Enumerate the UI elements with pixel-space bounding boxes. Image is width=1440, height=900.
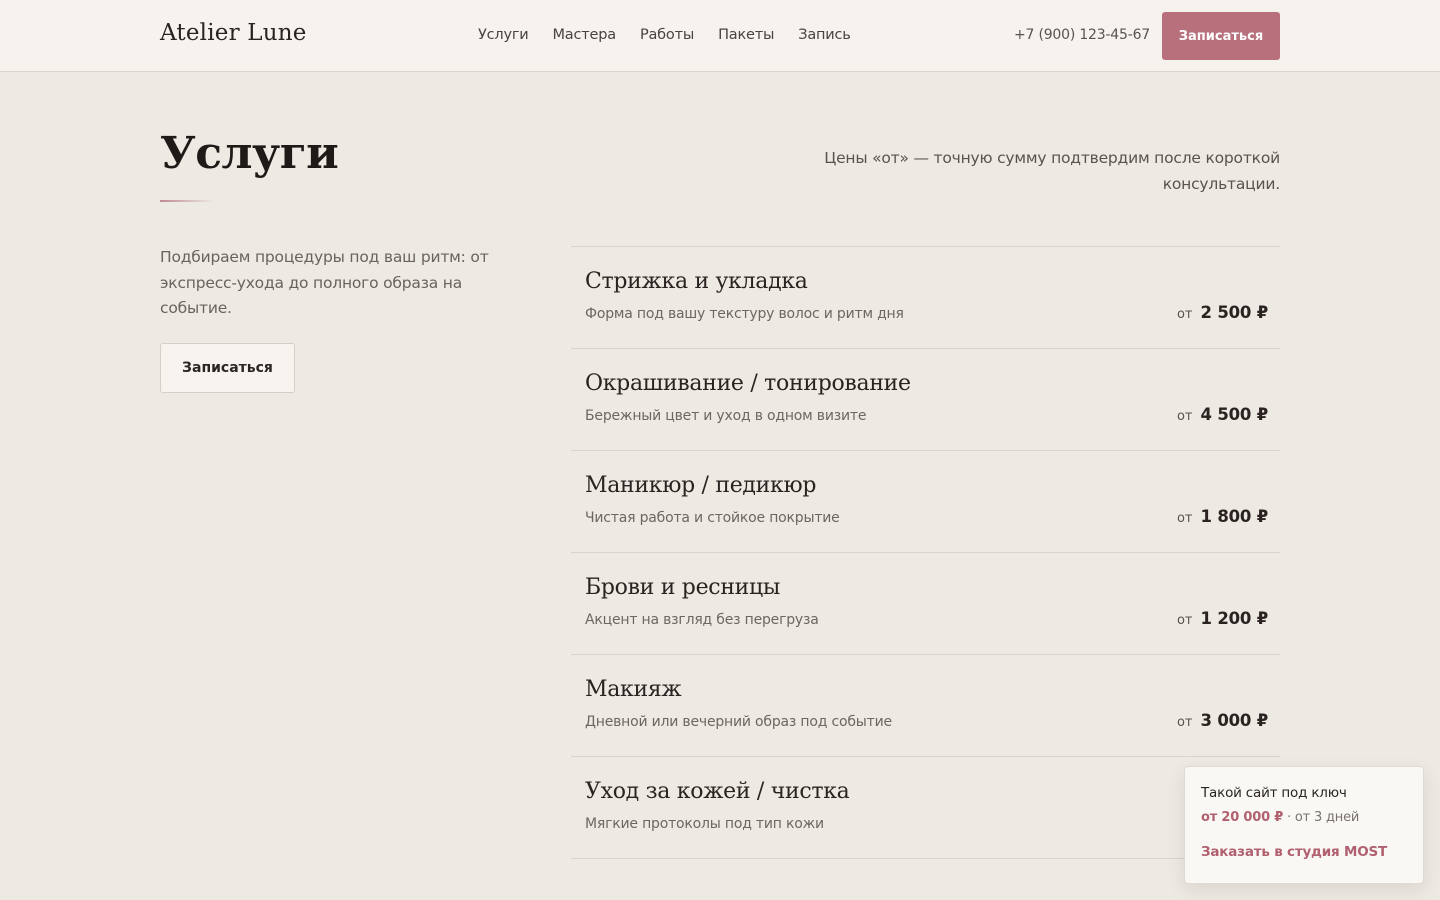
service-description: Мягкие протоколы под тип кожи (585, 816, 824, 832)
price-value: 4 500 ₽ (1200, 405, 1269, 424)
nav-item-booking[interactable]: Запись (798, 27, 851, 43)
service-row[interactable]: Окрашивание / тонирование Бережный цвет … (571, 349, 1280, 451)
service-price: от 1 800 ₽ (1177, 507, 1268, 526)
service-row[interactable]: Стрижка и укладка Форма под вашу текстур… (571, 247, 1280, 349)
service-price: от 2 500 ₽ (1177, 303, 1268, 322)
page-title: Услуги (160, 128, 339, 179)
service-row[interactable]: Уход за кожей / чистка Мягкие протоколы … (571, 757, 1280, 859)
price-value: 3 000 ₽ (1200, 711, 1269, 730)
title-underline (160, 200, 214, 202)
service-price: от 4 500 ₽ (1177, 405, 1268, 424)
promo-title: Такой сайт под ключ (1201, 785, 1347, 801)
nav-item-masters[interactable]: Мастера (553, 27, 617, 43)
logo[interactable]: Atelier Lune (160, 20, 307, 46)
main-nav: Услуги Мастера Работы Пакеты Запись (478, 27, 851, 43)
service-description: Акцент на взгляд без перегруза (585, 612, 819, 628)
header-book-button[interactable]: Записаться (1162, 12, 1280, 60)
price-value: 2 500 ₽ (1200, 303, 1269, 322)
promo-days: · от 3 дней (1287, 810, 1360, 825)
price-from-label: от (1176, 613, 1193, 628)
services-list: Стрижка и укладка Форма под вашу текстур… (571, 246, 1280, 859)
service-name: Стрижка и укладка (585, 269, 808, 294)
service-description: Чистая работа и стойкое покрытие (585, 510, 840, 526)
service-description: Форма под вашу текстуру волос и ритм дня (585, 306, 904, 322)
intro-text: Подбираем процедуры под ваш ритм: от экс… (160, 248, 489, 317)
service-price: от 3 000 ₽ (1177, 711, 1268, 730)
price-value: 1 800 ₽ (1200, 507, 1269, 526)
nav-item-services[interactable]: Услуги (478, 27, 529, 43)
site-header: Atelier Lune Услуги Мастера Работы Пакет… (0, 0, 1440, 72)
nav-item-packages[interactable]: Пакеты (718, 27, 774, 43)
service-price: от 1 200 ₽ (1177, 609, 1268, 628)
price-from-label: от (1176, 307, 1193, 322)
price-from-label: от (1176, 511, 1193, 526)
service-name: Маникюр / педикюр (585, 473, 817, 498)
promo-meta: от 20 000 ₽ · от 3 дней (1201, 810, 1407, 825)
service-row[interactable]: Брови и ресницы Акцент на взгляд без пер… (571, 553, 1280, 655)
promo-card: Такой сайт под ключ от 20 000 ₽ · от 3 д… (1184, 766, 1424, 884)
intro-book-button[interactable]: Записаться (160, 343, 295, 393)
service-row[interactable]: Макияж Дневной или вечерний образ под со… (571, 655, 1280, 757)
nav-item-works[interactable]: Работы (640, 27, 694, 43)
service-description: Дневной или вечерний образ под событие (585, 714, 892, 730)
phone-link[interactable]: +7 (900) 123-45-67 (1014, 27, 1150, 43)
service-name: Окрашивание / тонирование (585, 371, 911, 396)
service-name: Уход за кожей / чистка (585, 779, 850, 804)
promo-order-link[interactable]: Заказать в студия MOST (1201, 844, 1407, 860)
promo-price: от 20 000 ₽ (1201, 810, 1284, 825)
service-description: Бережный цвет и уход в одном визите (585, 408, 867, 424)
price-value: 1 200 ₽ (1200, 609, 1269, 628)
service-name: Макияж (585, 677, 682, 702)
price-from-label: от (1176, 715, 1193, 730)
service-name: Брови и ресницы (585, 575, 781, 600)
price-from-label: от (1176, 409, 1193, 424)
price-note: Цены «от» — точную сумму подтвердим посл… (824, 149, 1280, 193)
service-row[interactable]: Маникюр / педикюр Чистая работа и стойко… (571, 451, 1280, 553)
